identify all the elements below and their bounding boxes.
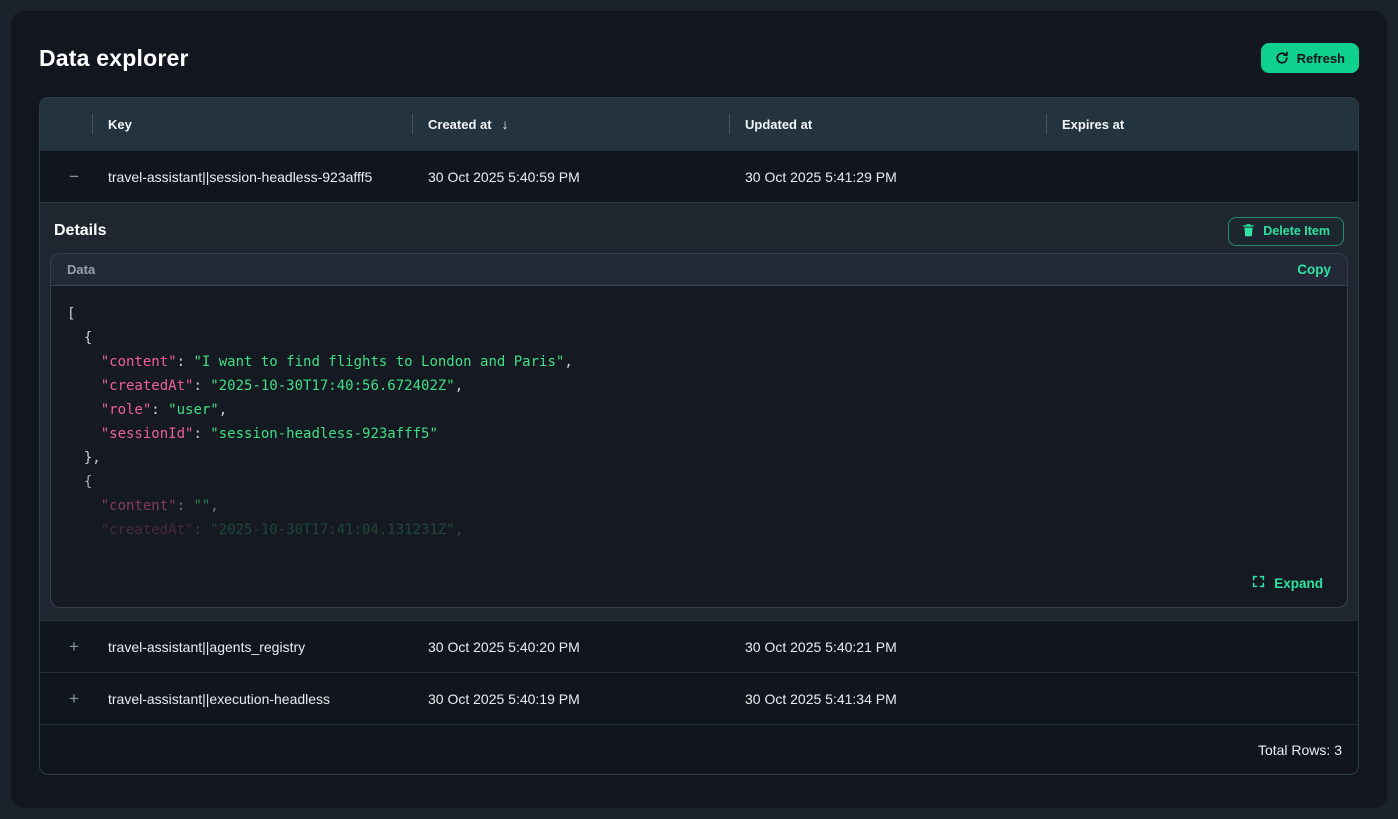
json-viewer: [ { "content": "I want to find flights t…: [51, 285, 1347, 607]
row-created-at: 30 Oct 2025 5:40:20 PM: [412, 639, 729, 655]
table-row[interactable]: + travel-assistant||agents_registry 30 O…: [40, 620, 1358, 672]
code-line: "sessionId": "session-headless-923afff5": [67, 422, 1329, 446]
details-panel: Details Delete Item Data Copy: [40, 202, 1358, 620]
expand-row-button[interactable]: +: [69, 638, 79, 655]
trash-icon: [1242, 223, 1255, 240]
code-line: {: [67, 470, 1329, 494]
kv-table: Key Created at ↓ Updated at Expires at −…: [39, 97, 1359, 775]
json-code: [ { "content": "I want to find flights t…: [51, 286, 1347, 575]
refresh-button[interactable]: Refresh: [1261, 43, 1359, 73]
table-footer: Total Rows: 3: [40, 724, 1358, 774]
collapse-row-button[interactable]: −: [69, 168, 79, 185]
code-line: "createdAt": "2025-10-30T17:40:56.672402…: [67, 374, 1329, 398]
data-panel-header: Data Copy: [51, 254, 1347, 285]
column-divider: [1046, 114, 1047, 134]
data-label: Data: [67, 262, 95, 277]
expand-button-label: Expand: [1274, 576, 1323, 591]
code-line: "createdAt": "2025-10-30T17:41:04.131231…: [67, 518, 1329, 542]
column-header-updated-at-label: Updated at: [745, 117, 812, 132]
expand-row-button[interactable]: +: [69, 690, 79, 707]
table-header-row: Key Created at ↓ Updated at Expires at: [40, 98, 1358, 150]
column-divider: [729, 114, 730, 134]
row-updated-at: 30 Oct 2025 5:41:34 PM: [729, 691, 1046, 707]
expand-button[interactable]: Expand: [1252, 575, 1323, 591]
row-updated-at: 30 Oct 2025 5:40:21 PM: [729, 639, 1046, 655]
copy-button[interactable]: Copy: [1297, 262, 1331, 277]
column-divider: [412, 114, 413, 134]
column-header-updated-at[interactable]: Updated at: [729, 98, 1046, 150]
row-key: travel-assistant||session-headless-923af…: [92, 169, 412, 185]
column-header-created-at-label: Created at: [428, 117, 492, 132]
table-row[interactable]: − travel-assistant||session-headless-923…: [40, 150, 1358, 202]
row-created-at: 30 Oct 2025 5:40:59 PM: [412, 169, 729, 185]
data-explorer-card: Data explorer Refresh Key Created at ↓: [10, 10, 1388, 809]
expander-cell: +: [40, 638, 92, 655]
expander-cell: +: [40, 690, 92, 707]
refresh-icon: [1275, 51, 1289, 65]
details-title: Details: [54, 222, 106, 240]
column-divider: [92, 114, 93, 134]
refresh-button-label: Refresh: [1297, 51, 1345, 66]
expander-column-header: [40, 98, 92, 150]
column-header-key[interactable]: Key: [92, 98, 412, 150]
code-line: "content": "",: [67, 494, 1329, 518]
page-title: Data explorer: [39, 45, 189, 72]
code-line: },: [67, 446, 1329, 470]
column-header-expires-at-label: Expires at: [1062, 117, 1124, 132]
row-key: travel-assistant||agents_registry: [92, 639, 412, 655]
code-line: "content": "I want to find flights to Lo…: [67, 350, 1329, 374]
code-line: [: [67, 302, 1329, 326]
details-header: Details Delete Item: [50, 203, 1348, 253]
row-key: travel-assistant||execution-headless: [92, 691, 412, 707]
table-row[interactable]: + travel-assistant||execution-headless 3…: [40, 672, 1358, 724]
column-header-expires-at[interactable]: Expires at: [1046, 98, 1358, 150]
row-created-at: 30 Oct 2025 5:40:19 PM: [412, 691, 729, 707]
code-line: {: [67, 326, 1329, 350]
card-header: Data explorer Refresh: [39, 11, 1359, 97]
expander-cell: −: [40, 168, 92, 185]
delete-item-label: Delete Item: [1263, 224, 1330, 238]
sort-descending-icon[interactable]: ↓: [502, 116, 509, 132]
expand-icon: [1252, 575, 1265, 591]
code-line: "role": "user",: [67, 398, 1329, 422]
column-header-created-at[interactable]: Created at ↓: [412, 98, 729, 150]
total-rows-label: Total Rows: 3: [1258, 742, 1342, 758]
delete-item-button[interactable]: Delete Item: [1228, 217, 1344, 246]
row-updated-at: 30 Oct 2025 5:41:29 PM: [729, 169, 1046, 185]
column-header-key-label: Key: [108, 117, 132, 132]
expand-row: Expand: [51, 575, 1347, 607]
data-panel: Data Copy [ { "content": "I want to find…: [50, 253, 1348, 608]
